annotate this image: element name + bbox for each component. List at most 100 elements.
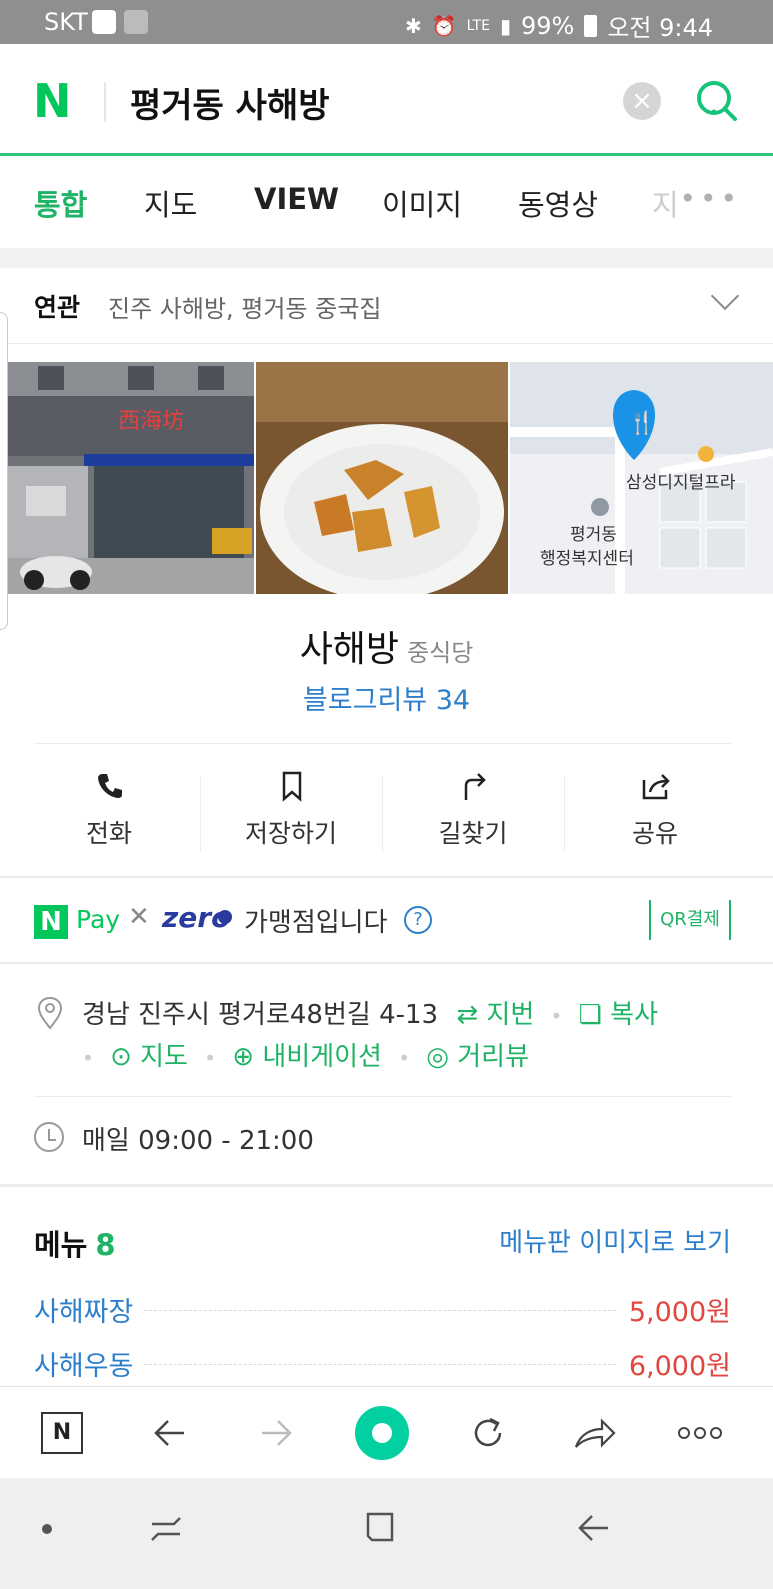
tab-video[interactable]: 동영상 xyxy=(518,182,598,224)
related-text[interactable]: 진주 사해방, 평거동 중국집 xyxy=(108,289,381,324)
menu-heading: 메뉴 8 xyxy=(34,1228,116,1262)
help-icon[interactable]: ? xyxy=(404,906,432,934)
back-nav-icon[interactable] xyxy=(576,1510,612,1546)
naver-logo[interactable]: N xyxy=(33,78,79,124)
nav-dot-icon[interactable] xyxy=(40,1522,54,1536)
tab-integrated[interactable]: 통합 xyxy=(34,182,87,224)
storefront-photo[interactable]: 西海坊 xyxy=(8,362,254,594)
place-name: 사해방 xyxy=(299,629,400,670)
copy-icon: ❏ xyxy=(578,1000,602,1030)
signal-icon: ▮ xyxy=(499,13,511,38)
svg-text:🍴: 🍴 xyxy=(628,410,655,436)
app-notification-icon xyxy=(92,10,116,34)
search-header: N 평거동 사해방 × xyxy=(0,44,773,156)
home-icon[interactable] xyxy=(362,1510,398,1546)
directions-label: 길찾기 xyxy=(438,819,508,848)
directions-button[interactable]: 길찾기 xyxy=(382,752,564,876)
jibun-toggle[interactable]: ⇄ 지번 xyxy=(456,1000,534,1030)
place-category: 중식당 xyxy=(407,639,474,667)
menu-image-link[interactable]: 메뉴판 이미지로 보기 xyxy=(499,1222,731,1259)
search-button[interactable] xyxy=(694,78,740,124)
clock-time: 오전 9:44 xyxy=(607,14,713,42)
clock-icon xyxy=(34,1122,64,1152)
menu-item-price: 6,000원 xyxy=(618,1344,731,1383)
pay-banner: N Pay ✕ zero 가맹점입니다 ? QR결제 xyxy=(0,878,773,964)
share-label: 공유 xyxy=(631,819,678,848)
menu-item-name[interactable]: 사해짜장 xyxy=(34,1290,144,1329)
more-tabs-icon[interactable]: ••• xyxy=(679,182,741,215)
related-label: 연관 xyxy=(34,293,81,322)
share-button[interactable]: 공유 xyxy=(564,752,746,876)
copy-button[interactable]: ❏ 복사 xyxy=(579,1000,658,1030)
call-button[interactable]: 전화 xyxy=(18,752,200,876)
system-navigation-bar xyxy=(0,1478,773,1589)
directions-icon xyxy=(464,773,486,800)
bullet: • xyxy=(550,1004,563,1028)
divider xyxy=(34,1096,731,1097)
bullet: • xyxy=(398,1046,411,1070)
car-icon: ⊕ xyxy=(232,1042,255,1072)
location-map-thumbnail[interactable]: 🍴 삼성디지털프라 평거동 행정복지센터 xyxy=(510,362,773,594)
green-dot-icon xyxy=(355,1406,409,1460)
tab-map[interactable]: 지도 xyxy=(144,182,197,224)
menu-item[interactable]: 사해짜장 5,000원 xyxy=(34,1290,731,1330)
svg-text:삼성디지털프라: 삼성디지털프라 xyxy=(626,473,736,493)
tab-image[interactable]: 이미지 xyxy=(382,182,462,224)
share-page-button[interactable] xyxy=(564,1387,624,1479)
search-tabs: 통합 지도 VIEW 이미지 동영상 지 ••• xyxy=(0,156,773,248)
divider xyxy=(34,743,731,744)
recent-apps-icon[interactable] xyxy=(148,1512,184,1548)
related-searches[interactable]: 연관 진주 사해방, 평거동 중국집 xyxy=(0,268,773,344)
naver-pay-logo: N xyxy=(34,905,68,939)
phone-icon xyxy=(98,774,122,798)
food-photo[interactable] xyxy=(256,362,508,594)
header-divider xyxy=(104,82,106,122)
alarm-icon: ⏰ xyxy=(431,13,457,38)
more-dots-icon xyxy=(678,1427,722,1439)
green-dot-button[interactable] xyxy=(352,1387,412,1479)
menu-item-price: 5,000원 xyxy=(618,1290,731,1329)
location-pin-icon xyxy=(37,996,63,1030)
address-links: • ⊙ 지도 • ⊕ 내비게이션 • ◎ 거리뷰 xyxy=(82,1036,529,1073)
menu-item[interactable]: 사해우동 6,000원 xyxy=(34,1344,731,1384)
street-view-icon: ◎ xyxy=(426,1042,449,1072)
share-arrow-icon xyxy=(574,1418,616,1448)
back-button[interactable] xyxy=(140,1387,200,1479)
navigation-link[interactable]: ⊕ 내비게이션 xyxy=(232,1042,382,1072)
call-label: 전화 xyxy=(85,819,132,848)
naver-home-icon: N xyxy=(41,1412,83,1454)
chevron-down-icon[interactable] xyxy=(710,281,740,311)
arrow-left-icon xyxy=(154,1420,184,1446)
search-input[interactable]: 평거동 사해방 xyxy=(130,78,330,127)
reload-button[interactable] xyxy=(458,1387,518,1479)
battery-icon xyxy=(584,14,598,37)
bluetooth-icon: ✱ xyxy=(405,13,422,38)
lte-label: LTE xyxy=(466,17,490,34)
street-view-link[interactable]: ◎ 거리뷰 xyxy=(426,1042,529,1072)
more-menu-button[interactable] xyxy=(670,1387,730,1479)
status-bar: SKT ✱ ⏰ LTE ▮ 99% 오전 9:44 xyxy=(0,0,773,44)
blog-review-link[interactable]: 블로그리뷰 34 xyxy=(0,678,773,717)
pay-label: Pay xyxy=(76,905,121,934)
tab-more-partial[interactable]: 지 xyxy=(652,182,679,224)
svg-text:평거동: 평거동 xyxy=(570,525,617,545)
address-text: 경남 진주시 평거로48번길 4-13 xyxy=(82,1000,439,1030)
menu-item-name[interactable]: 사해우동 xyxy=(34,1344,144,1383)
reload-icon xyxy=(474,1417,502,1447)
menu-count: 8 xyxy=(95,1228,116,1262)
save-button[interactable]: 저장하기 xyxy=(200,752,382,876)
wifi-icon xyxy=(124,10,148,34)
arrow-right-icon xyxy=(262,1420,292,1446)
forward-button[interactable] xyxy=(246,1387,306,1479)
home-button[interactable]: N xyxy=(32,1387,92,1479)
share-icon xyxy=(642,774,670,800)
bullet: • xyxy=(82,1046,94,1070)
battery-percent: 99% xyxy=(520,11,575,40)
map-link[interactable]: ⊙ 지도 xyxy=(110,1042,188,1072)
times-icon: ✕ xyxy=(128,902,150,932)
merchant-text: 가맹점입니다 xyxy=(244,908,388,938)
svg-text:행정복지센터: 행정복지센터 xyxy=(540,549,634,569)
clear-search-button[interactable]: × xyxy=(623,82,661,120)
tab-view[interactable]: VIEW xyxy=(254,182,339,216)
qr-payment-button[interactable]: QR결제 xyxy=(649,900,731,940)
